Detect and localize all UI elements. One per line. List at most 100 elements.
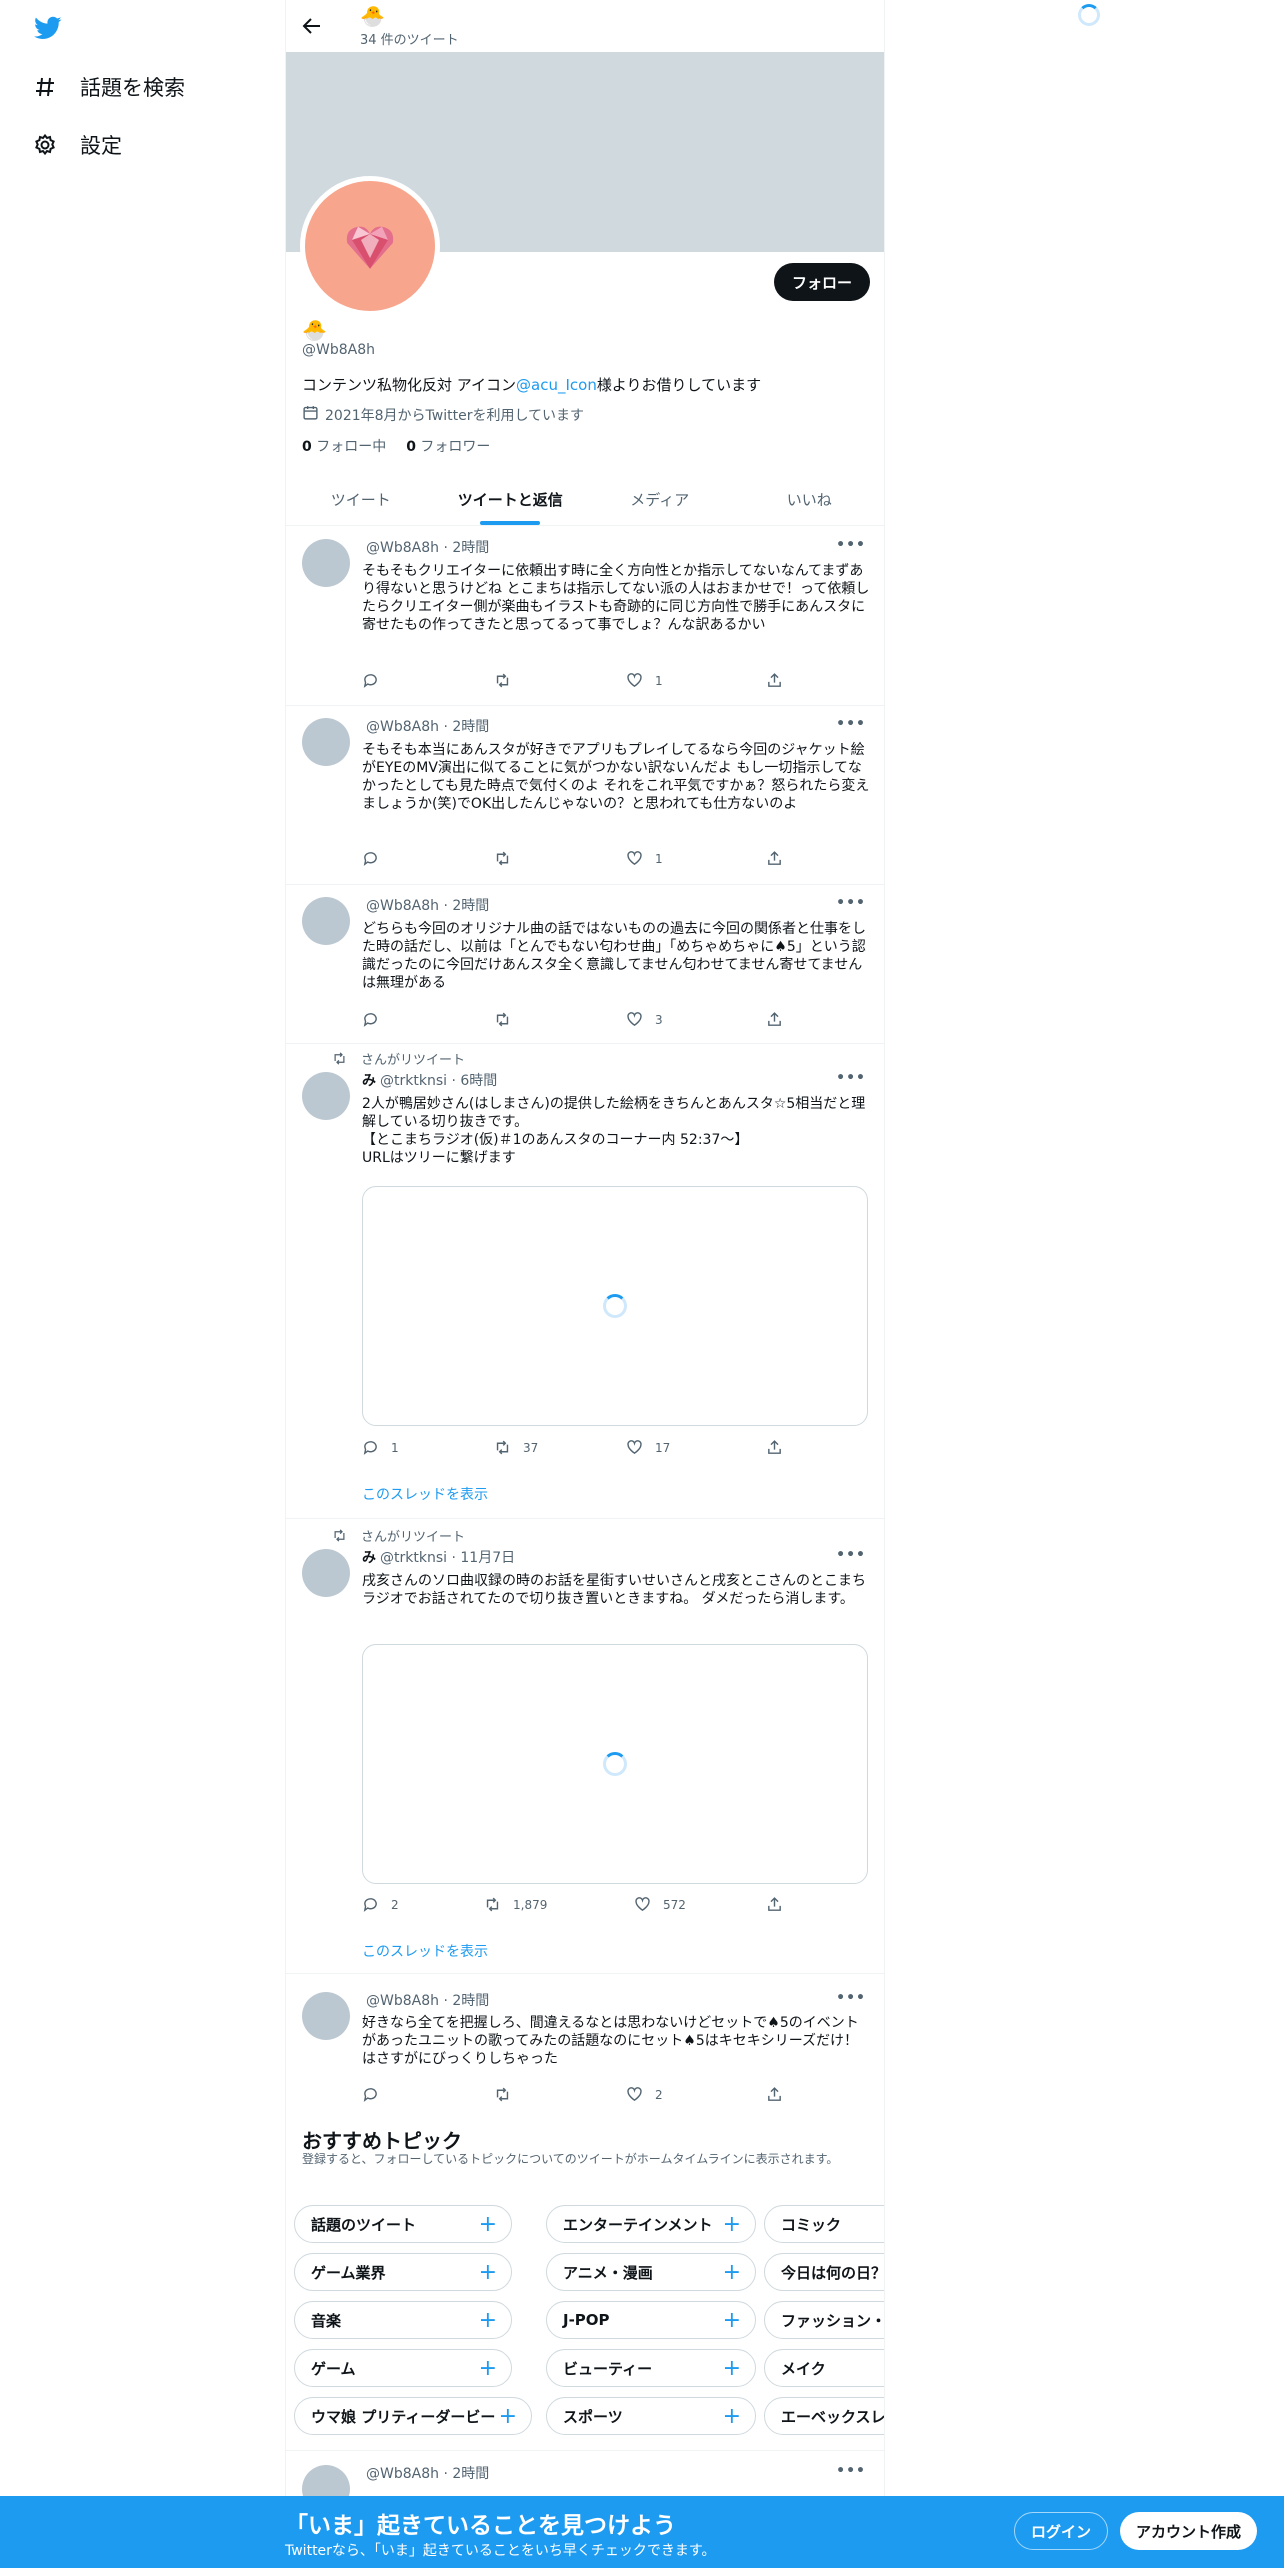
- topic-chip[interactable]: アニメ・漫画 +: [546, 2253, 756, 2291]
- retweet-button[interactable]: [494, 1011, 523, 1028]
- bio-mention-link[interactable]: @acu_Icon: [516, 376, 597, 394]
- tweet-time[interactable]: 6時間: [460, 1073, 497, 1089]
- topic-chip[interactable]: J-POP +: [546, 2301, 756, 2339]
- topic-chip[interactable]: エーベックスレ: [764, 2397, 884, 2435]
- topic-chip[interactable]: ファッション・: [764, 2301, 884, 2339]
- retweet-button[interactable]: [494, 850, 523, 867]
- reply-button[interactable]: [362, 1011, 391, 1028]
- tweet[interactable]: さんがリツイート み @trktknsi · 11月7日 ••• 戌亥さんのソロ曲…: [286, 1519, 884, 1974]
- retweeted-by-label[interactable]: さんがリツイート: [361, 1526, 465, 1545]
- nav-explore[interactable]: 話題を検索: [32, 67, 185, 107]
- retweeted-by-label[interactable]: さんがリツイート: [361, 1049, 465, 1068]
- tweet-time[interactable]: 2時間: [452, 1993, 489, 2009]
- media-card[interactable]: [362, 1644, 868, 1884]
- tweet-avatar[interactable]: [302, 1549, 350, 1597]
- tweet-time[interactable]: 2時間: [452, 540, 489, 556]
- like-button[interactable]: 17: [626, 1439, 670, 1456]
- tweet-handle[interactable]: @Wb8A8h: [366, 898, 439, 914]
- plus-icon: +: [722, 2307, 741, 2333]
- more-icon[interactable]: •••: [836, 2463, 866, 2479]
- media-card[interactable]: [362, 1186, 868, 1426]
- tweet-handle[interactable]: @Wb8A8h: [366, 540, 439, 556]
- tab-tweets-and-replies[interactable]: ツイートと返信: [436, 474, 586, 525]
- tweet-handle[interactable]: @Wb8A8h: [366, 1993, 439, 2009]
- share-button[interactable]: [766, 2086, 783, 2103]
- retweet-button[interactable]: [494, 2086, 523, 2103]
- reply-button[interactable]: [362, 850, 391, 867]
- share-button[interactable]: [766, 1011, 783, 1028]
- more-icon[interactable]: •••: [836, 537, 866, 553]
- share-button[interactable]: [766, 1439, 783, 1456]
- tweet-time[interactable]: 11月7日: [460, 1550, 515, 1566]
- tweet-avatar[interactable]: [302, 1072, 350, 1120]
- topic-chip[interactable]: ウマ娘 プリティーダービー +: [294, 2397, 532, 2435]
- tweet-time[interactable]: 2時間: [452, 2466, 489, 2482]
- following-stat[interactable]: 0 フォロー中: [302, 436, 386, 456]
- tweet-avatar[interactable]: [302, 718, 350, 766]
- retweet-button[interactable]: [494, 672, 523, 689]
- more-icon[interactable]: •••: [836, 1990, 866, 2006]
- tweet-header: @Wb8A8h · 2時間: [366, 1993, 490, 2009]
- tab-likes[interactable]: いいね: [735, 474, 885, 525]
- topic-chip[interactable]: 音楽 +: [294, 2301, 512, 2339]
- topic-chip[interactable]: ビューティー +: [546, 2349, 756, 2387]
- topic-chip[interactable]: エンターテインメント +: [546, 2205, 756, 2243]
- tab-media[interactable]: メディア: [585, 474, 735, 525]
- tweet-handle[interactable]: @Wb8A8h: [366, 719, 439, 735]
- share-button[interactable]: [766, 850, 783, 867]
- tab-tweets[interactable]: ツイート: [286, 474, 436, 525]
- login-button[interactable]: ログイン: [1014, 2512, 1109, 2550]
- more-icon[interactable]: •••: [836, 1070, 866, 1086]
- twitter-logo-icon[interactable]: [32, 14, 64, 42]
- tweet-display-name[interactable]: み: [362, 1550, 376, 1566]
- retweet-button[interactable]: 1,879: [484, 1896, 547, 1913]
- retweet-button[interactable]: 37: [494, 1439, 538, 1456]
- share-button[interactable]: [766, 1896, 783, 1913]
- tweet[interactable]: @Wb8A8h · 2時間 ••• どちらも今回のオリジナル曲の話ではないものの…: [286, 885, 884, 1044]
- topic-chip[interactable]: ゲーム業界 +: [294, 2253, 512, 2291]
- more-icon[interactable]: •••: [836, 895, 866, 911]
- tweet[interactable]: @Wb8A8h · 2時間 ••• 好きなら全てを把握しろ、間違えるなとは思わな…: [286, 1974, 884, 2112]
- tweet[interactable]: @Wb8A8h · 2時間 ••• そもそもクリエイターに依頼出す時に全く方向性…: [286, 527, 884, 706]
- tweet-display-name[interactable]: み: [362, 1073, 376, 1089]
- profile-avatar[interactable]: [300, 176, 440, 316]
- more-icon[interactable]: •••: [836, 716, 866, 732]
- reply-button[interactable]: [362, 672, 391, 689]
- topic-chip[interactable]: 今日は何の日？: [764, 2253, 884, 2291]
- show-thread-link[interactable]: このスレッドを表示: [362, 1941, 488, 1961]
- reply-button[interactable]: 1: [362, 1439, 399, 1456]
- tweet[interactable]: @Wb8A8h · 2時間 ••• そもそも本当にあんスタが好きでアプリもプレイ…: [286, 706, 884, 885]
- tweet-time[interactable]: 2時間: [452, 719, 489, 735]
- more-icon[interactable]: •••: [836, 1547, 866, 1563]
- profile-header-bar: 🐣 34 件のツイート: [286, 0, 884, 52]
- signup-button[interactable]: アカウント作成: [1120, 2512, 1258, 2550]
- topic-chip[interactable]: スポーツ +: [546, 2397, 756, 2435]
- tweet-handle[interactable]: @Wb8A8h: [366, 2466, 439, 2482]
- nav-settings[interactable]: 設定: [32, 125, 122, 165]
- topic-chip[interactable]: メイク: [764, 2349, 884, 2387]
- tweet-handle[interactable]: @trktknsi: [380, 1073, 447, 1089]
- back-arrow-icon[interactable]: [300, 14, 326, 40]
- like-button[interactable]: 3: [626, 1011, 663, 1028]
- show-thread-link[interactable]: このスレッドを表示: [362, 1484, 488, 1504]
- tweet[interactable]: さんがリツイート み @trktknsi · 6時間 ••• 2人が鴨居妙さん(は…: [286, 1044, 884, 1519]
- reply-count: 1: [391, 1440, 399, 1455]
- topic-chip[interactable]: コミック: [764, 2205, 884, 2243]
- retweet-icon: [496, 1012, 509, 1027]
- share-button[interactable]: [766, 672, 783, 689]
- follow-button[interactable]: フォロー: [773, 263, 870, 301]
- reply-button[interactable]: [362, 2086, 391, 2103]
- tweet-avatar[interactable]: [302, 539, 350, 587]
- topic-chip[interactable]: ゲーム +: [294, 2349, 512, 2387]
- like-button[interactable]: 2: [626, 2086, 663, 2103]
- like-button[interactable]: 1: [626, 672, 663, 689]
- followers-stat[interactable]: 0 フォロワー: [406, 436, 490, 456]
- like-button[interactable]: 572: [634, 1896, 686, 1913]
- like-button[interactable]: 1: [626, 850, 663, 867]
- tweet-time[interactable]: 2時間: [452, 898, 489, 914]
- tweet-handle[interactable]: @trktknsi: [380, 1550, 447, 1566]
- tweet-avatar[interactable]: [302, 1992, 350, 2040]
- tweet-avatar[interactable]: [302, 897, 350, 945]
- reply-button[interactable]: 2: [362, 1896, 399, 1913]
- topic-chip[interactable]: 話題のツイート +: [294, 2205, 512, 2243]
